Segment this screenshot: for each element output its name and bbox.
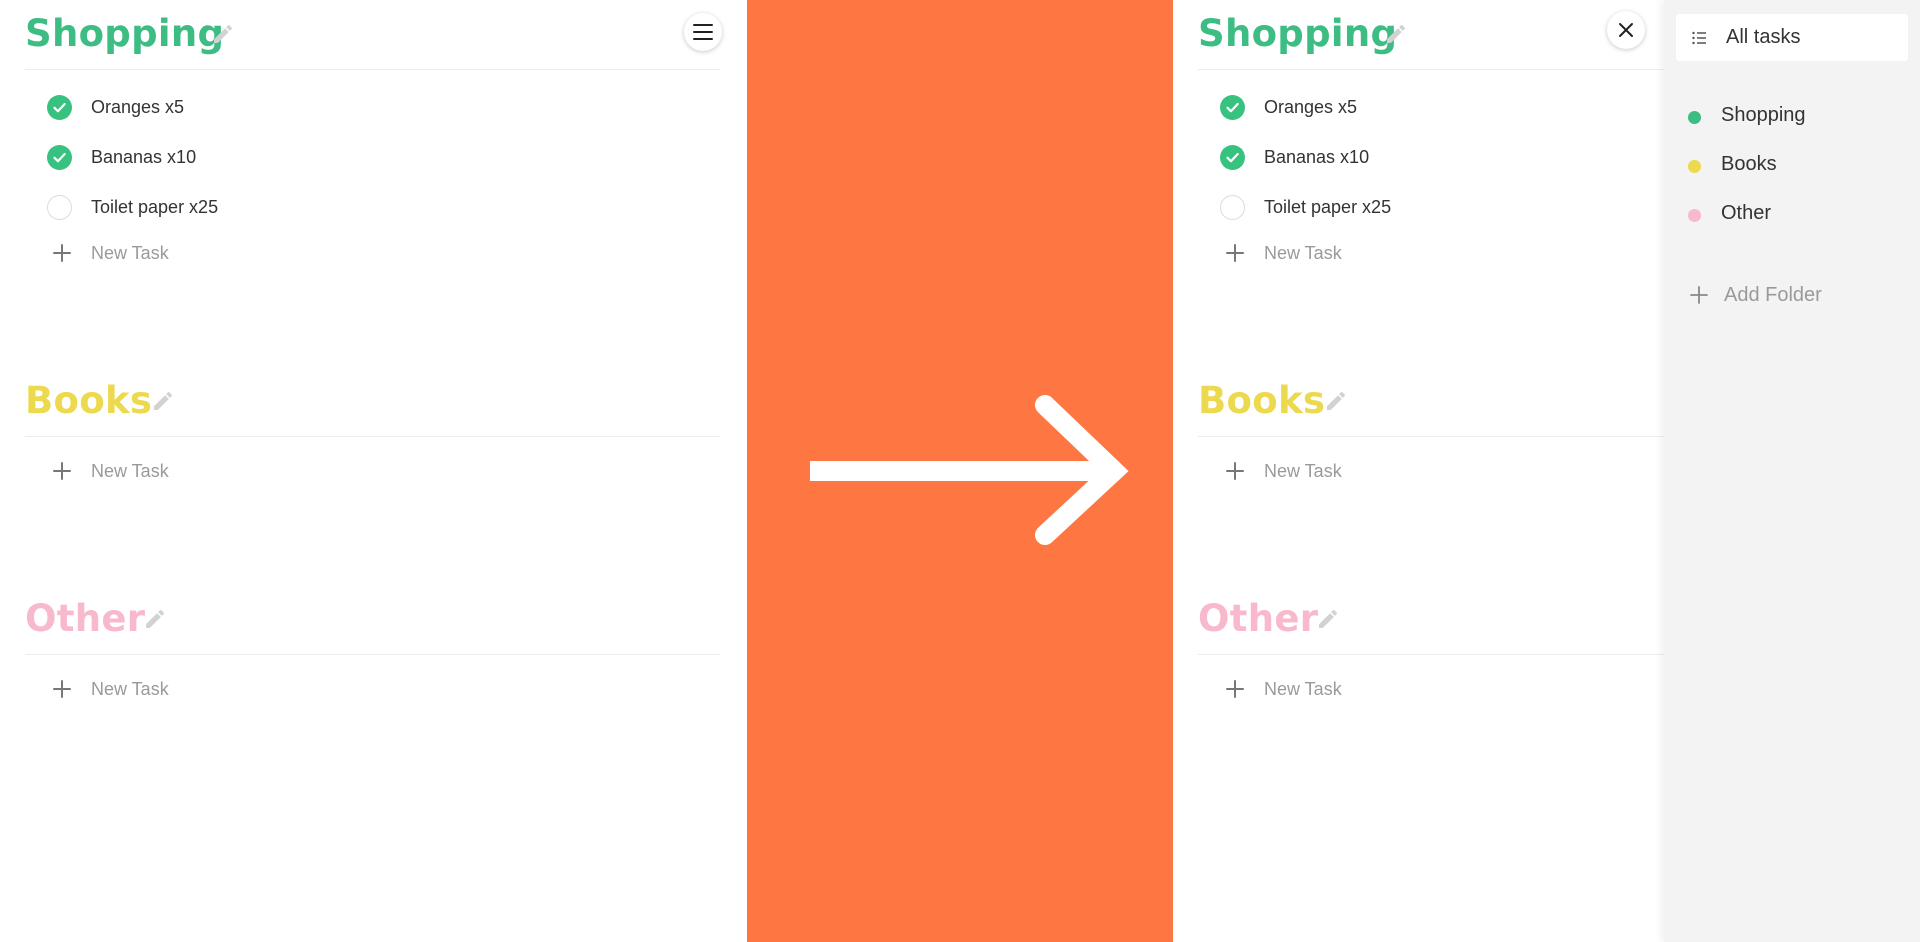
sidebar-item-shopping[interactable]: Shopping	[1688, 100, 1908, 132]
new-task-button[interactable]: New Task	[1264, 461, 1342, 482]
new-task-button[interactable]: New Task	[91, 461, 169, 482]
checkbox-checked[interactable]	[47, 145, 72, 170]
sidebar-item-label: Shopping	[1721, 104, 1806, 126]
folder-color-dot	[1688, 160, 1701, 173]
folder-books: Books New Task	[25, 367, 720, 481]
folder-shopping: Shopping Oranges x5 Bananas x10 Toilet p…	[25, 0, 720, 263]
plus-icon[interactable]	[1225, 679, 1245, 699]
all-tasks-button[interactable]: All tasks	[1676, 14, 1908, 61]
pencil-icon[interactable]	[1316, 607, 1340, 631]
pencil-icon[interactable]	[143, 607, 167, 631]
check-icon	[1226, 152, 1239, 163]
list-icon	[1692, 31, 1706, 45]
add-folder-label: Add Folder	[1724, 284, 1822, 306]
plus-icon[interactable]	[52, 243, 72, 263]
checkbox-unchecked[interactable]	[1220, 195, 1245, 220]
folder-title-books: Books	[1198, 379, 1326, 422]
folder-header: Books	[25, 367, 720, 437]
folders-sidebar: All tasks Shopping Books Other Add Folde…	[1664, 0, 1920, 942]
menu-button[interactable]	[684, 13, 722, 51]
left-panel-before: Shopping Oranges x5 Bananas x10 Toilet p…	[0, 0, 747, 942]
task-label[interactable]: Oranges x5	[1264, 97, 1357, 118]
folder-header: Other	[25, 585, 720, 655]
check-icon	[1226, 102, 1239, 113]
pencil-icon[interactable]	[1324, 389, 1348, 413]
folder-color-dot	[1688, 209, 1701, 222]
check-icon	[53, 152, 66, 163]
checkbox-checked[interactable]	[1220, 145, 1245, 170]
checkbox-checked[interactable]	[47, 95, 72, 120]
add-folder-button[interactable]: Add Folder	[1688, 279, 1888, 311]
all-tasks-label: All tasks	[1726, 26, 1801, 48]
checkbox-unchecked[interactable]	[47, 195, 72, 220]
hamburger-menu-icon	[693, 24, 713, 40]
transition-divider	[747, 0, 1173, 942]
folder-title-books: Books	[25, 379, 153, 422]
folder-title-shopping: Shopping	[25, 12, 225, 55]
sidebar-item-books[interactable]: Books	[1688, 149, 1908, 181]
folder-title-other: Other	[25, 597, 146, 640]
new-task-button[interactable]: New Task	[91, 679, 169, 700]
new-task-button[interactable]: New Task	[91, 243, 169, 264]
sidebar-item-other[interactable]: Other	[1688, 198, 1908, 230]
close-button[interactable]	[1607, 11, 1645, 49]
check-icon	[53, 102, 66, 113]
folder-title-other: Other	[1198, 597, 1319, 640]
new-task-button[interactable]: New Task	[1264, 243, 1342, 264]
folder-title-shopping: Shopping	[1198, 12, 1398, 55]
folder-header: Shopping	[25, 0, 720, 70]
task-label[interactable]: Oranges x5	[91, 97, 184, 118]
folder-other: Other New Task	[25, 585, 720, 699]
plus-icon[interactable]	[52, 679, 72, 699]
plus-icon	[1690, 286, 1708, 304]
close-icon	[1619, 23, 1633, 37]
checkbox-checked[interactable]	[1220, 95, 1245, 120]
new-task-button[interactable]: New Task	[1264, 679, 1342, 700]
pencil-icon[interactable]	[1384, 22, 1408, 46]
pencil-icon[interactable]	[211, 22, 235, 46]
plus-icon[interactable]	[1225, 461, 1245, 481]
task-label[interactable]: Toilet paper x25	[91, 197, 218, 218]
sidebar-item-label: Other	[1721, 202, 1772, 224]
arrow-right-icon	[810, 395, 1129, 545]
task-label[interactable]: Toilet paper x25	[1264, 197, 1391, 218]
folder-color-dot	[1688, 111, 1701, 124]
plus-icon[interactable]	[1225, 243, 1245, 263]
plus-icon[interactable]	[52, 461, 72, 481]
sidebar-item-label: Books	[1721, 153, 1777, 175]
task-label[interactable]: Bananas x10	[91, 147, 196, 168]
task-label[interactable]: Bananas x10	[1264, 147, 1369, 168]
pencil-icon[interactable]	[151, 389, 175, 413]
